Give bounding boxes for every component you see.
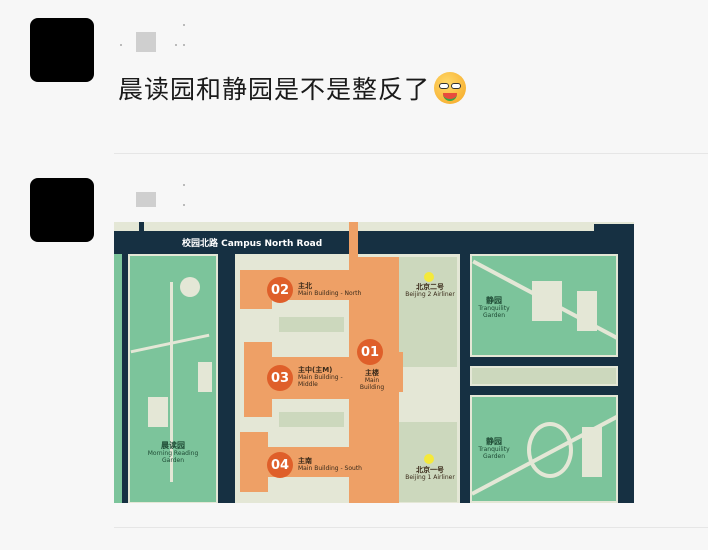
garden-label: 静园 Tranquility Garden	[478, 296, 510, 320]
avatar[interactable]	[30, 18, 94, 82]
campus-map-image[interactable]: 校园北路 Campus North Road 晨读园 Morning Readin…	[114, 222, 634, 503]
building-number-badge: 04	[267, 452, 293, 478]
building-number-badge: 02	[267, 277, 293, 303]
watermelon-emoji-icon	[434, 72, 467, 104]
building-label: 主北 Main Building - North	[298, 282, 362, 298]
decor	[175, 44, 177, 46]
airliner-marker-icon	[424, 454, 434, 464]
decor	[183, 44, 185, 46]
decor	[183, 184, 185, 186]
building-label: 主楼 Main Building	[359, 369, 385, 392]
comment-text: 晨读园和静园是不是整反了	[118, 70, 467, 106]
decor	[183, 24, 185, 26]
message-text: 晨读园和静园是不是整反了	[118, 75, 431, 104]
divider	[114, 153, 708, 154]
building-label: 主中(主M) Main Building - Middle	[298, 366, 343, 389]
avatar[interactable]	[30, 178, 94, 242]
decor	[183, 204, 185, 206]
building-number-badge: 01	[357, 339, 383, 365]
building-number-badge: 03	[267, 365, 293, 391]
garden-label: 晨读园 Morning Reading Garden	[147, 441, 199, 465]
garden-label: 静园 Tranquility Garden	[478, 437, 510, 461]
landmark-label: 北京一号 Beijing 1 Airliner	[405, 466, 455, 482]
decor	[120, 44, 122, 46]
landmark-label: 北京二号 Beijing 2 Airliner	[405, 283, 455, 299]
airliner-marker-icon	[424, 272, 434, 282]
building-label: 主南 Main Building - South	[298, 457, 362, 473]
divider	[114, 527, 708, 528]
username-redacted[interactable]	[136, 192, 156, 207]
username-redacted[interactable]	[136, 32, 156, 52]
road-label: 校园北路 Campus North Road	[182, 239, 323, 249]
